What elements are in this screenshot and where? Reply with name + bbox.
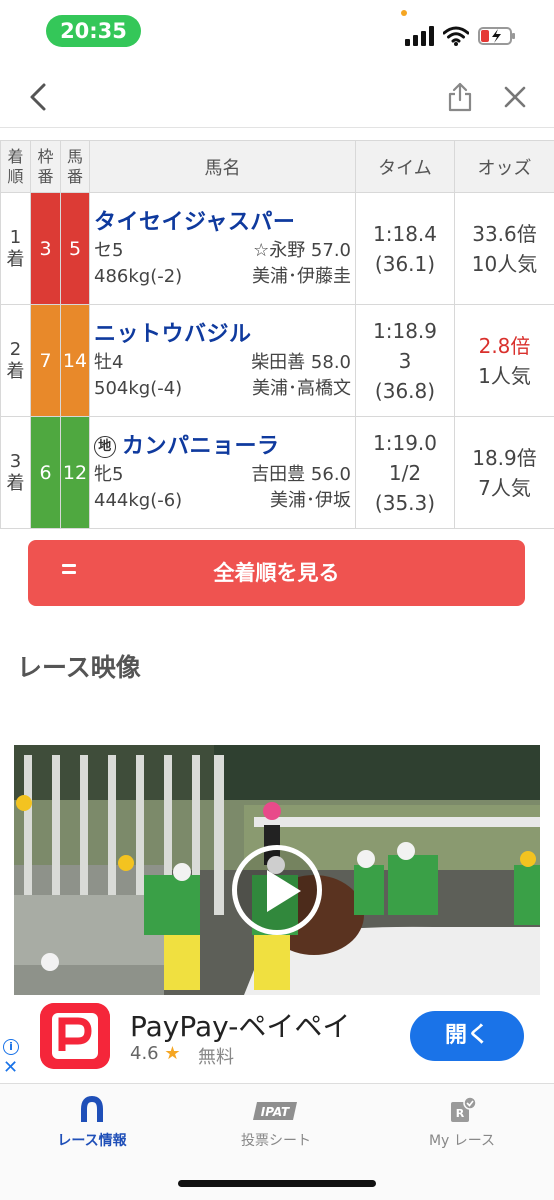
jockey-weight: ☆永野 57.0 [253,239,351,261]
odds-cell: 18.9倍 7人気 [454,416,554,529]
wifi-icon [443,26,469,46]
last-3f: (36.8) [374,378,436,403]
header-horse-name: 馬名 [89,140,356,193]
waku-cell: 3 [30,192,61,305]
status-bar: 20:35 [0,0,554,66]
status-time: 20:35 [46,15,141,47]
umaban-cell: 12 [60,416,90,529]
ad-open-button[interactable]: 開く [410,1011,524,1061]
popularity: 7人気 [478,475,531,500]
sex-age: 牡4 [94,351,124,373]
tab-race-info[interactable]: レース情報 [22,1096,162,1150]
popularity: 10人気 [471,251,538,276]
finish-time: 1:18.9 [373,318,437,343]
tab-label: My レース [428,1133,496,1149]
ipat-icon: IPAT [253,1102,297,1120]
ad-close-icon[interactable]: ✕ [3,1059,18,1077]
horse-name-link[interactable]: ニットウバジル [94,320,351,350]
race-video-heading: レース映像 [17,653,141,682]
ad-app-name: PayPay-ペイペイ [130,1010,351,1043]
body-weight: 486kg(-2) [94,265,183,287]
odds-cell: 33.6倍 10人気 [454,192,554,305]
race-results-table: 着順 枠番 馬番 馬名 タイム オッズ 1着 3 5 タイセイジャスパー セ5 ☆… [0,140,554,529]
tab-label: レース情報 [57,1133,127,1149]
odds-value: 2.8倍 [478,333,531,358]
horse-name-link[interactable]: カンパニョーラ [122,434,280,459]
sex-age: 牝5 [94,463,124,485]
finish-time: 1:19.0 [373,430,437,455]
time-cell: 1:18.9 3 (36.8) [355,304,455,417]
horse-name-link[interactable]: タイセイジャスパー [94,208,351,238]
header-odds: オッズ [454,140,554,193]
rank-cell: 2着 [0,304,31,417]
trainer: 美浦･高橋文 [252,377,351,399]
paypay-app-logo [40,1003,110,1069]
back-chevron-icon[interactable] [24,82,54,112]
home-indicator[interactable] [178,1180,376,1187]
result-row-1[interactable]: 1着 3 5 タイセイジャスパー セ5 ☆永野 57.0 486kg(-2) 美浦･… [0,192,554,305]
share-icon[interactable] [446,82,474,112]
odds-value: 33.6倍 [472,221,537,246]
sex-age: セ5 [94,239,124,261]
time-cell: 1:19.0 1/2 (35.3) [355,416,455,529]
ad-rating-value: 4.6 [130,1043,159,1064]
view-all-results-button[interactable]: 全着順を見る [28,540,525,606]
popularity: 1人気 [478,363,531,388]
result-row-3[interactable]: 3着 6 12 地カンパニョーラ 牝5 吉田豊 56.0 444kg(-6) 美浦･… [0,416,554,529]
race-video-player[interactable] [14,745,540,995]
horse-cell[interactable]: ニットウバジル 牡4 柴田善 58.0 504kg(-4) 美浦･高橋文 [89,304,356,417]
odds-cell: 2.8倍 1人気 [454,304,554,417]
navigation-bar [0,66,554,128]
trainer: 美浦･伊坂 [270,489,351,511]
play-icon[interactable] [232,845,322,935]
finish-time: 1:18.4 [373,221,437,246]
table-header-row: 着順 枠番 馬番 馬名 タイム オッズ [0,140,554,193]
horse-cell[interactable]: タイセイジャスパー セ5 ☆永野 57.0 486kg(-2) 美浦･伊藤圭 [89,192,356,305]
battery-charging-icon [478,27,515,45]
last-3f: (36.1) [374,251,436,276]
header-rank: 着順 [0,140,31,193]
screen: 20:35 着 順 枠 番 馬 番 馬名 タイム オッズ 1 着 3 5 タイセ… [0,0,554,1200]
jockey-weight: 柴田善 58.0 [251,351,351,373]
odds-value: 18.9倍 [472,445,537,470]
close-icon[interactable] [502,84,528,110]
horseshoe-icon [81,1096,103,1122]
tab-ipat-sheet[interactable]: IPAT 投票シート [206,1096,346,1150]
umaban-cell: 5 [60,192,90,305]
header-time: タイム [355,140,455,193]
header-waku: 枠番 [30,140,61,193]
waku-cell: 6 [30,416,61,529]
privacy-indicator-dot [401,10,407,16]
ad-rating: 4.6 ★ [130,1043,181,1064]
rank-cell: 1着 [0,192,31,305]
horse-cell[interactable]: 地カンパニョーラ 牝5 吉田豊 56.0 444kg(-6) 美浦･伊坂 [89,416,356,529]
waku-cell: 7 [30,304,61,417]
ad-price: 無料 [198,1047,234,1068]
jockey-weight: 吉田豊 56.0 [251,463,351,485]
cellular-signal-icon [405,26,434,46]
ad-info-icon[interactable]: i [3,1039,19,1055]
local-horse-mark: 地 [94,435,116,458]
last-3f: (35.3) [374,490,436,515]
trainer: 美浦･伊藤圭 [252,265,351,287]
svg-text:R: R [456,1107,465,1120]
margin: 1/2 [388,460,422,485]
app-install-ad[interactable]: i ✕ PayPay-ペイペイ 4.6 ★ 無料 開く [0,995,554,1083]
rank-cell: 3着 [0,416,31,529]
tab-label: 投票シート [241,1133,311,1149]
body-weight: 444kg(-6) [94,489,183,511]
result-row-2[interactable]: 2着 7 14 ニットウバジル 牡4 柴田善 58.0 504kg(-4) 美浦･高… [0,304,554,417]
svg-text:IPAT: IPAT [261,1105,290,1119]
my-race-icon: R [451,1096,477,1122]
tab-my-race[interactable]: R My レース [392,1096,532,1150]
list-icon [62,564,76,582]
umaban-cell: 14 [60,304,90,417]
margin: 3 [398,348,412,373]
star-icon: ★ [164,1043,181,1064]
time-cell: 1:18.4 (36.1) [355,192,455,305]
header-umaban: 馬番 [60,140,90,193]
body-weight: 504kg(-4) [94,377,183,399]
view-all-results-label: 全着順を見る [213,561,340,585]
